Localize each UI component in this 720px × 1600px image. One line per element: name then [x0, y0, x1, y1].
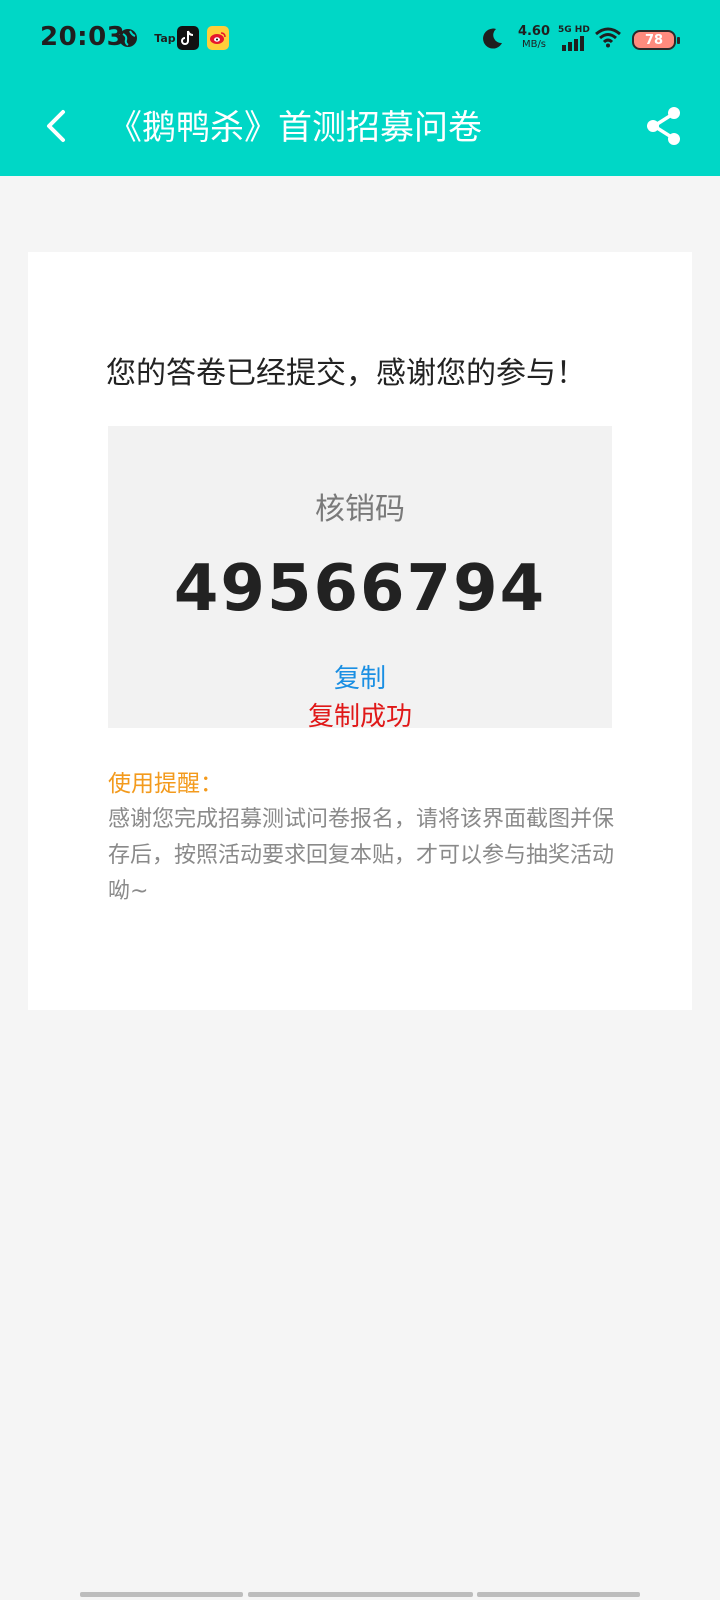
battery-icon: 78	[632, 30, 680, 50]
nav-indicator-center	[248, 1592, 473, 1597]
status-bar: 20:03 Tap 4.60 MB/s 5G HD 78	[0, 0, 720, 78]
nav-indicator-left	[80, 1592, 243, 1597]
nav-indicator-right	[477, 1592, 640, 1597]
redeem-code-label: 核销码	[315, 492, 405, 527]
share-button[interactable]	[634, 96, 694, 156]
app-header: 《鹅鸭杀》首测招募问卷	[0, 78, 720, 176]
submission-message: 您的答卷已经提交，感谢您的参与！	[106, 356, 586, 391]
copy-button[interactable]: 复制	[108, 658, 612, 695]
weibo-icon	[207, 26, 229, 50]
network-speed: 4.60 MB/s	[516, 25, 552, 51]
page-title: 《鹅鸭杀》首测招募问卷	[108, 108, 482, 148]
redeem-code-value: 49566794	[173, 552, 547, 626]
moon-icon	[480, 26, 506, 52]
system-status: 4.60 MB/s 5G HD 78	[460, 0, 720, 78]
wifi-icon	[594, 26, 622, 50]
copy-success-message: 复制成功	[307, 702, 412, 732]
network-speed-unit: MB/s	[521, 39, 547, 50]
share-icon	[647, 107, 680, 145]
chevron-left-icon	[47, 110, 65, 142]
battery-level: 78	[644, 32, 664, 48]
signal-icon: 5G HD	[558, 25, 590, 53]
result-card: 您的答卷已经提交，感谢您的参与！ 核销码 49566794 复制 复制成功 使用…	[28, 252, 692, 1010]
globe-icon	[118, 26, 138, 50]
status-time: 20:03	[40, 22, 126, 52]
redeem-code-box: 核销码 49566794 复制 复制成功	[108, 426, 612, 732]
back-button[interactable]	[26, 96, 86, 156]
usage-tip-title: 使用提醒：	[108, 771, 223, 797]
tiktok-icon	[177, 26, 199, 50]
usage-tip-body: 感谢您完成招募测试问卷报名，请将该界面截图并保存后，按照活动要求回复本贴，才可以…	[108, 807, 615, 904]
network-speed-value: 4.60	[517, 24, 551, 39]
